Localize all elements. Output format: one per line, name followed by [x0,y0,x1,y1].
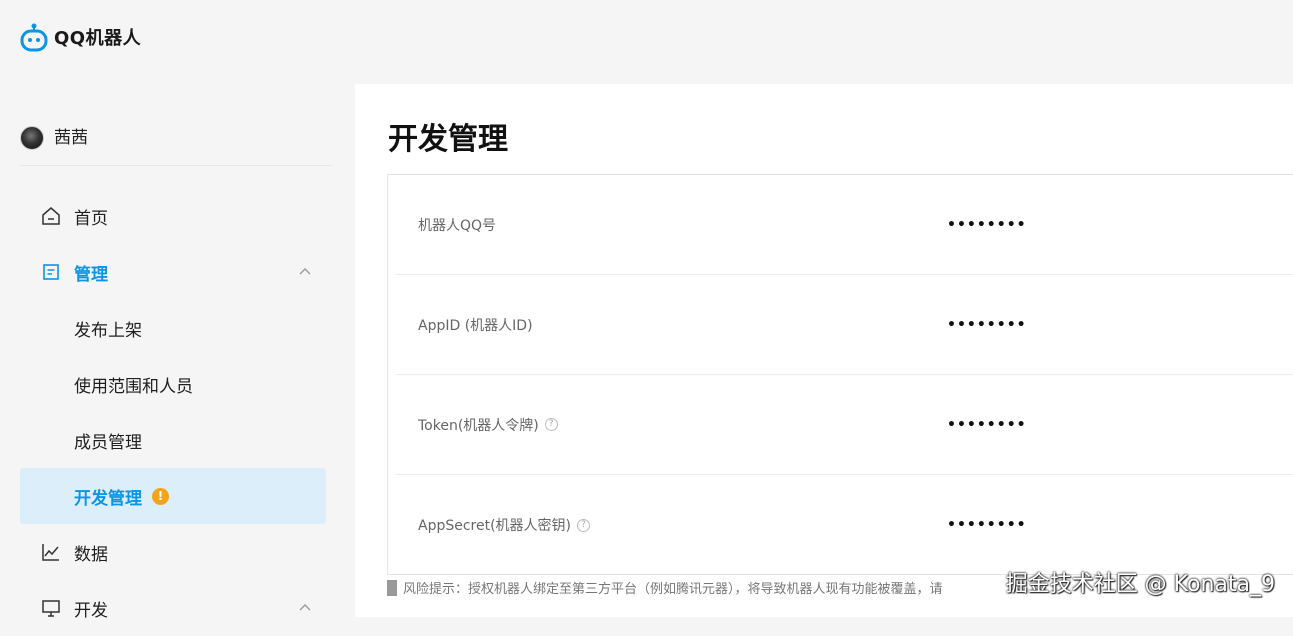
chevron-up-icon[interactable] [298,601,312,615]
row-label: AppSecret(机器人密钥) ? [418,515,591,535]
credential-row-appsecret: AppSecret(机器人密钥) ? •••••••• [396,475,1293,575]
notice-bar-icon [387,579,397,596]
sidebar-nav: 首页 管理 发布上架 使用范围和人员 成员管理 开发管理 ! 数据 开发 [20,188,326,636]
sidebar-item-data[interactable]: 数据 [20,524,326,580]
sidebar-item-publish[interactable]: 发布上架 [20,300,326,356]
sidebar-item-label: 首页 [74,208,108,229]
sidebar-item-develop[interactable]: 开发 [20,580,326,636]
row-label-text: 机器人QQ号 [418,217,497,234]
sidebar-item-members[interactable]: 成员管理 [20,412,326,468]
row-label-text: Token(机器人令牌) [418,417,539,434]
risk-notice-text: 风险提示：授权机器人绑定至第三方平台（例如腾讯元器），将导致机器人现有功能被覆盖… [403,582,943,597]
monitor-icon [40,597,62,619]
sidebar: 茜茜 首页 管理 发布上架 使用范围和人员 成员管理 开发管理 ! 数据 开发 [0,84,355,621]
robot-icon [20,23,48,52]
sidebar-item-label: 数据 [74,544,108,565]
home-icon [40,205,62,227]
user-profile[interactable]: 茜茜 [20,126,332,166]
avatar[interactable] [20,126,44,150]
sidebar-item-home[interactable]: 首页 [20,188,326,244]
masked-value[interactable]: •••••••• [947,517,1027,533]
sidebar-item-scope[interactable]: 使用范围和人员 [20,356,326,412]
chart-icon [40,541,62,563]
row-label-text: AppSecret(机器人密钥) [418,518,572,534]
help-icon[interactable]: ? [544,418,558,431]
row-label-text: AppID (机器人ID) [418,317,533,334]
help-icon[interactable]: ? [577,518,591,532]
masked-value[interactable]: •••••••• [947,317,1027,333]
watermark: 掘金技术社区 @ Konata_9 [1005,572,1275,597]
brand-name: QQ机器人 [54,28,142,49]
risk-notice: 风险提示：授权机器人绑定至第三方平台（例如腾讯元器），将导致机器人现有功能被覆盖… [387,578,943,597]
sidebar-item-label: 使用范围和人员 [74,376,193,397]
sidebar-item-label: 成员管理 [74,432,142,453]
credential-row-qq: 机器人QQ号 •••••••• [396,175,1293,275]
sidebar-item-label: 开发管理 [74,488,142,509]
sidebar-item-manage[interactable]: 管理 [20,244,326,300]
row-label: Token(机器人令牌) ? [418,415,558,435]
sidebar-item-label: 发布上架 [74,320,142,341]
brand-logo[interactable]: QQ机器人 [20,22,141,52]
top-header: QQ机器人 [0,0,1293,84]
masked-value[interactable]: •••••••• [947,417,1027,433]
chevron-up-icon[interactable] [298,265,312,279]
row-label: AppID (机器人ID) [418,315,533,335]
credential-row-token: Token(机器人令牌) ? •••••••• [396,375,1293,475]
masked-value[interactable]: •••••••• [947,217,1027,233]
credential-row-appid: AppID (机器人ID) •••••••• [396,275,1293,375]
document-icon [40,261,62,283]
username: 茜茜 [54,128,88,148]
main-content: 开发管理 机器人QQ号 •••••••• AppID (机器人ID) •••••… [355,84,1293,617]
row-label: 机器人QQ号 [418,215,496,235]
credentials-card: 机器人QQ号 •••••••• AppID (机器人ID) •••••••• T… [387,174,1293,575]
warning-icon: ! [152,487,169,505]
sidebar-item-dev-manage[interactable]: 开发管理 ! [20,468,326,524]
sidebar-item-label: 管理 [74,264,108,285]
page-title: 开发管理 [388,122,508,157]
